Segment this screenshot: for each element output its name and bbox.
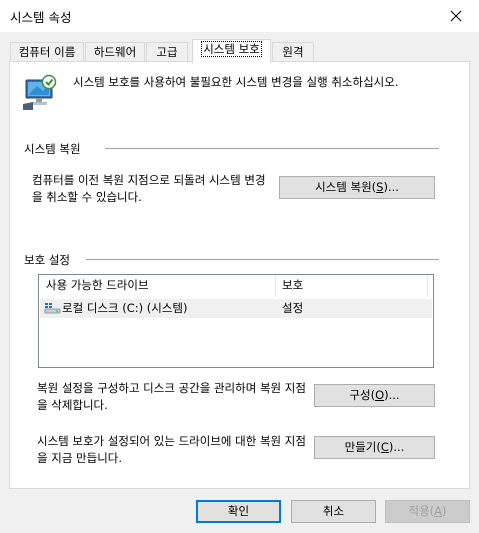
tab-computer-name[interactable]: 컴퓨터 이름 bbox=[10, 42, 84, 62]
close-icon bbox=[450, 10, 462, 21]
restore-divider bbox=[105, 148, 439, 149]
configure-button[interactable]: 구성(O)... bbox=[314, 384, 435, 407]
computer-shield-icon bbox=[23, 74, 57, 110]
cancel-button[interactable]: 취소 bbox=[291, 500, 376, 523]
system-properties-window: 시스템 속성 컴퓨터 이름 하드웨어 고급 시스템 보호 원격 시스템 보호를 … bbox=[0, 0, 479, 533]
drive-list[interactable]: 사용 가능한 드라이브 보호 로컬 디스크 (C:) (시스템) 설정 bbox=[38, 274, 434, 368]
tab-system-protection[interactable]: 시스템 보호 bbox=[192, 39, 271, 63]
ok-button[interactable]: 확인 bbox=[196, 500, 281, 523]
protection-section-title: 보호 설정 bbox=[24, 253, 70, 267]
drive-name: 로컬 디스크 (C:) (시스템) bbox=[62, 301, 188, 315]
tab-advanced[interactable]: 고급 bbox=[146, 42, 188, 62]
tab-hardware[interactable]: 하드웨어 bbox=[85, 42, 145, 62]
intro-text: 시스템 보호를 사용하여 불필요한 시스템 변경을 실행 취소하십시오. bbox=[73, 75, 399, 89]
drive-list-header: 사용 가능한 드라이브 보호 bbox=[39, 275, 433, 297]
close-button[interactable] bbox=[433, 0, 479, 31]
create-description: 시스템 보호가 설정되어 있는 드라이브에 대한 복원 지점을 지금 만듭니다. bbox=[37, 434, 306, 465]
drive-protection-status: 설정 bbox=[282, 301, 304, 315]
system-protection-panel: 시스템 보호를 사용하여 불필요한 시스템 변경을 실행 취소하십시오. 시스템… bbox=[9, 61, 470, 489]
tab-remote[interactable]: 원격 bbox=[272, 42, 314, 62]
create-button[interactable]: 만들기(C)... bbox=[314, 436, 435, 459]
system-restore-button[interactable]: 시스템 복원(S)... bbox=[279, 176, 435, 199]
drive-icon bbox=[44, 299, 62, 318]
window-title: 시스템 속성 bbox=[10, 10, 72, 25]
column-header-protection[interactable]: 보호 bbox=[276, 275, 426, 297]
drive-row[interactable]: 로컬 디스크 (C:) (시스템) 설정 bbox=[40, 299, 432, 318]
protection-divider bbox=[86, 259, 439, 260]
column-header-drive[interactable]: 사용 가능한 드라이브 bbox=[40, 275, 274, 297]
column-separator[interactable] bbox=[427, 275, 428, 297]
title-bar[interactable]: 시스템 속성 bbox=[0, 0, 479, 32]
apply-button[interactable]: 적용(A) bbox=[385, 500, 470, 523]
configure-description: 복원 설정을 구성하고 디스크 공간을 관리하며 복원 지점을 삭제합니다. bbox=[37, 381, 306, 412]
restore-description: 컴퓨터를 이전 복원 지점으로 되돌려 시스템 변경을 취소할 수 있습니다. bbox=[32, 173, 266, 204]
restore-section-title: 시스템 복원 bbox=[24, 142, 81, 156]
